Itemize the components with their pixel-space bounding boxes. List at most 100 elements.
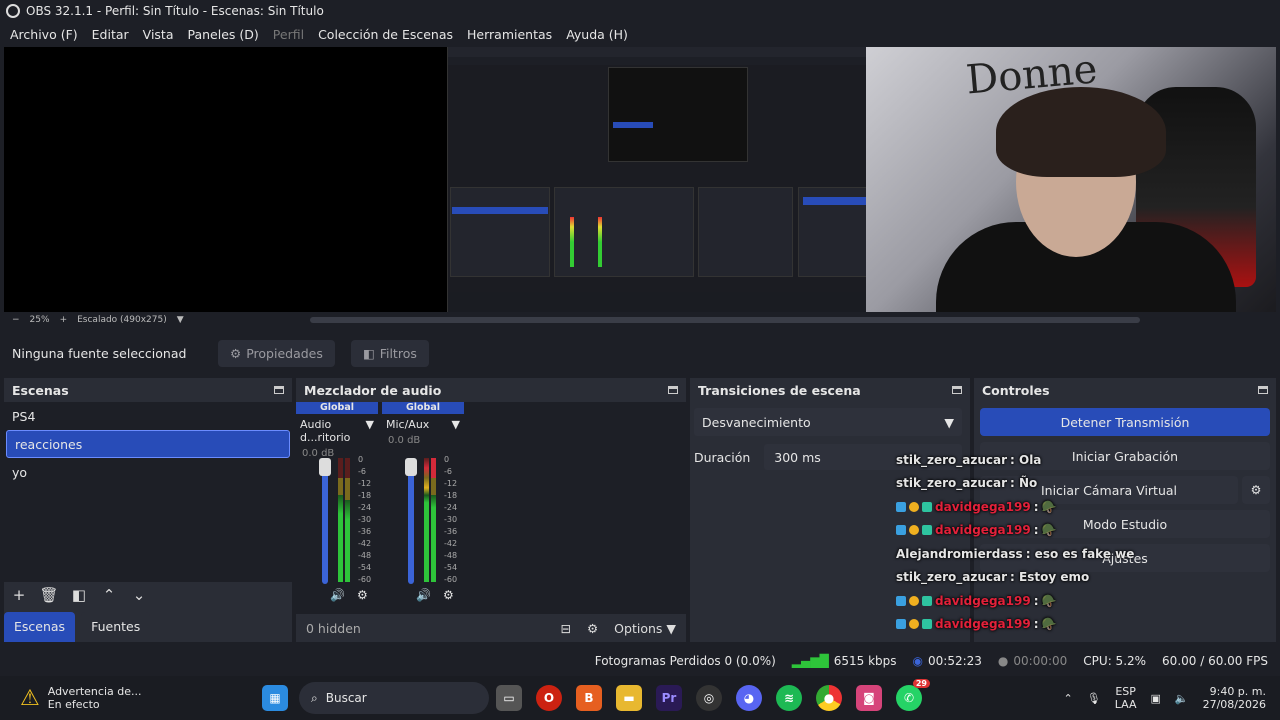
- meter-tick-label: -36: [444, 527, 458, 536]
- volume-slider-track[interactable]: [408, 458, 414, 584]
- scene-item-yo[interactable]: yo: [4, 458, 292, 486]
- undock-icon[interactable]: [1258, 386, 1268, 394]
- move-down-icon[interactable]: ⌄: [128, 584, 150, 606]
- add-scene-icon[interactable]: +: [8, 584, 30, 606]
- menu-view[interactable]: Vista: [143, 27, 174, 42]
- meter-tick-label: -30: [444, 515, 458, 524]
- chevron-down-icon: ▼: [944, 414, 954, 430]
- opera-icon[interactable]: O: [536, 685, 562, 711]
- tray-chevron-up-icon[interactable]: ⌃: [1064, 692, 1073, 705]
- properties-label: Propiedades: [246, 345, 323, 361]
- chevron-down-icon[interactable]: ▼: [177, 315, 184, 325]
- transition-select[interactable]: Desvanecimiento ▼: [694, 408, 962, 436]
- preview-scrollbar[interactable]: [310, 317, 1140, 323]
- zoom-in-icon[interactable]: +: [60, 315, 68, 325]
- settings-icon[interactable]: ⚙: [357, 588, 368, 602]
- settings-icon[interactable]: ⚙: [443, 588, 454, 602]
- channel-volume: 0.0 dB: [388, 435, 421, 446]
- clock[interactable]: 9:40 p. m. 27/08/2026: [1203, 685, 1266, 711]
- nested-obs-capture: [447, 47, 908, 312]
- advanced-audio-icon[interactable]: ⚙: [587, 621, 598, 636]
- system-tray: ⌃ 🎙 ESP LAA ▣ 🔈 9:40 p. m. 27/08/2026: [1064, 685, 1280, 711]
- preview-canvas[interactable]: Donne: [4, 47, 1276, 312]
- controls-title: Controles: [982, 382, 1050, 398]
- undock-icon[interactable]: [952, 386, 962, 394]
- file-explorer-icon[interactable]: ▬: [616, 685, 642, 711]
- menu-help[interactable]: Ayuda (H): [566, 27, 628, 42]
- volume-slider-handle[interactable]: [405, 458, 417, 476]
- tab-sources[interactable]: Fuentes: [81, 612, 151, 642]
- chat-message: davidgega199: 🪖: [896, 589, 1116, 613]
- meter-tick-label: 0: [358, 455, 364, 464]
- volume-icon[interactable]: 🔈: [1175, 692, 1189, 705]
- channel-device[interactable]: Audio d...ritorio ▼: [296, 414, 378, 448]
- meter-tick-label: -48: [444, 551, 458, 560]
- menu-bar: Archivo (F) Editar Vista Paneles (D) Per…: [0, 22, 1280, 46]
- brave-icon[interactable]: B: [576, 685, 602, 711]
- volume-slider-track[interactable]: [322, 458, 328, 584]
- badge-icon: [896, 619, 906, 630]
- scene-item-ps4[interactable]: PS4: [4, 402, 292, 430]
- whatsapp-badge: 29: [912, 679, 930, 688]
- spotify-icon[interactable]: ≋: [776, 685, 802, 711]
- meter-tick-label: -6: [444, 467, 452, 476]
- options-button[interactable]: Options ▼: [614, 621, 676, 636]
- undock-icon[interactable]: [274, 386, 284, 394]
- chat-user: stik_zero_azucar: [896, 452, 1008, 467]
- obs-taskbar-icon[interactable]: ◎: [696, 685, 722, 711]
- move-up-icon[interactable]: ⌃: [98, 584, 120, 606]
- discord-icon[interactable]: ◕: [736, 685, 762, 711]
- network-icon[interactable]: ▣: [1150, 692, 1160, 705]
- zoom-level: 25%: [29, 315, 50, 325]
- nested-transitions-panel: [698, 187, 793, 277]
- filters-button[interactable]: ◧ Filtros: [350, 339, 429, 367]
- layout-icon[interactable]: ⊟: [560, 621, 570, 636]
- bitrate-value: 6515 kbps: [833, 654, 897, 668]
- nested-selected-scene: [452, 207, 548, 214]
- chat-user: Alejandromierdass: [896, 546, 1023, 561]
- speaker-icon[interactable]: 🔊: [330, 588, 345, 602]
- scenes-header: Escenas: [4, 378, 292, 402]
- undock-icon[interactable]: [668, 386, 678, 394]
- language-indicator[interactable]: ESP LAA: [1115, 685, 1137, 711]
- badge-icon: [909, 525, 919, 536]
- chevron-down-icon: ▼: [365, 418, 374, 431]
- task-view-icon[interactable]: ▭: [496, 685, 522, 711]
- search-box[interactable]: ⌕ Buscar: [299, 682, 489, 714]
- chat-message: stik_zero_azucar: Estoy emo: [896, 566, 1116, 590]
- volume-slider-handle[interactable]: [319, 458, 331, 476]
- obs-logo-icon: [6, 4, 20, 18]
- menu-file[interactable]: Archivo (F): [10, 27, 78, 42]
- tab-scenes[interactable]: Escenas: [4, 612, 76, 642]
- menu-scene-collection[interactable]: Colección de Escenas: [318, 27, 453, 42]
- stop-stream-button[interactable]: Detener Transmisión: [980, 408, 1270, 436]
- whatsapp-icon[interactable]: ✆ 29: [896, 679, 930, 711]
- virtual-cam-settings-icon[interactable]: ⚙: [1242, 476, 1270, 504]
- nested-scenes-panel: [450, 187, 550, 277]
- dock-tabs: Escenas Fuentes: [4, 612, 151, 642]
- controls-header: Controles: [974, 378, 1276, 402]
- menu-docks[interactable]: Paneles (D): [188, 27, 259, 42]
- menu-tools[interactable]: Herramientas: [467, 27, 552, 42]
- language-layout: LAA: [1114, 698, 1137, 711]
- menu-profile: Perfil: [272, 26, 305, 42]
- channel-device[interactable]: Mic/Aux ▼: [382, 414, 464, 435]
- meter-scale: 0 -6 -12 -18 -24 -30 -36 -42 -48 -54 -60: [358, 454, 371, 586]
- clock-date: 27/08/2026: [1202, 698, 1266, 711]
- camera-app-icon[interactable]: ◙: [856, 685, 882, 711]
- start-windows-icon[interactable]: ▦: [262, 685, 288, 711]
- premiere-icon[interactable]: Pr: [656, 685, 682, 711]
- chrome-icon[interactable]: ●: [816, 685, 842, 711]
- zoom-out-icon[interactable]: −: [12, 315, 20, 325]
- security-warning[interactable]: ⚠ Advertencia de... En efecto: [0, 685, 250, 711]
- scene-item-reacciones[interactable]: reacciones: [6, 430, 290, 458]
- speaker-icon[interactable]: 🔊: [416, 588, 431, 602]
- stream-timer: ◉ 00:52:23: [913, 654, 982, 668]
- menu-edit[interactable]: Editar: [92, 27, 129, 42]
- nested-menu-bar: [448, 57, 908, 65]
- record-timer: ● 00:00:00: [998, 654, 1067, 668]
- microphone-icon[interactable]: 🎙: [1087, 692, 1101, 705]
- scene-filter-icon[interactable]: ◧: [68, 584, 90, 606]
- delete-scene-icon[interactable]: 🗑: [38, 584, 60, 606]
- properties-button[interactable]: ⚙ Propiedades: [218, 339, 335, 367]
